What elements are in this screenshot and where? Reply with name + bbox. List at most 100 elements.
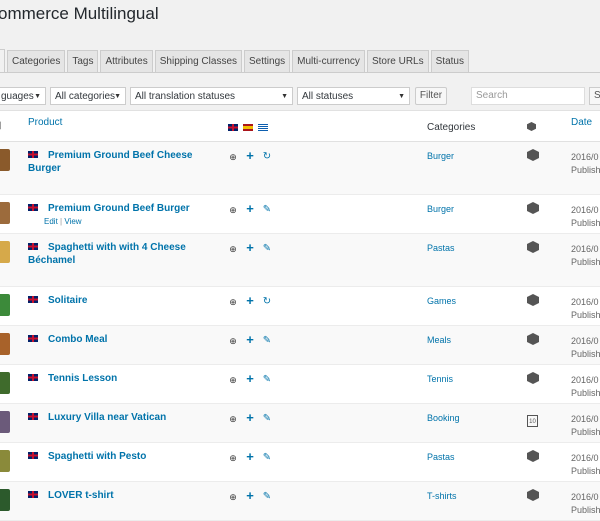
add-translation-icon[interactable]: + [245, 202, 255, 215]
add-translation-icon[interactable]: + [245, 149, 255, 162]
language-select-value: guages [1, 91, 34, 102]
pencil-icon[interactable]: ✎ [262, 492, 272, 502]
filter-button[interactable]: Filter [415, 87, 447, 105]
globe-icon[interactable]: ⊕ [228, 152, 238, 162]
product-type-icon [527, 449, 539, 467]
pencil-icon[interactable]: ✎ [262, 205, 272, 215]
search-button[interactable]: S [589, 87, 600, 105]
product-thumbnail[interactable] [0, 241, 10, 263]
tab-status[interactable]: Status [430, 50, 469, 72]
uk-flag-icon [228, 123, 238, 131]
publish-status: Publish [571, 218, 600, 228]
category-link[interactable]: Games [427, 296, 456, 306]
product-name-link[interactable]: LOVER t-shirt [28, 489, 198, 502]
globe-icon[interactable]: ⊕ [228, 205, 238, 215]
date-cell: 2016/0 Publish [571, 204, 600, 230]
add-translation-icon[interactable]: + [245, 450, 255, 463]
category-link[interactable]: Booking [427, 413, 460, 423]
table-row: Premium Ground Beef Cheese Burger ⊕ + ↻ Burg… [0, 142, 600, 195]
product-name-link[interactable]: Combo Meal [28, 333, 198, 346]
globe-icon[interactable]: ⊕ [228, 336, 238, 346]
product-name-link[interactable]: Luxury Villa near Vatican [28, 411, 198, 424]
translation-status-select[interactable]: All translation statuses ▼ [130, 87, 293, 105]
product-thumbnail[interactable] [0, 372, 10, 394]
date-cell: 2016/0 Publish [571, 374, 600, 400]
product-name-link[interactable]: Spaghetti with Pesto [28, 450, 198, 463]
box-icon [527, 450, 539, 462]
category-link[interactable]: Meals [427, 335, 451, 345]
category-link[interactable]: T-shirts [427, 491, 457, 501]
calendar-date: 10 [527, 415, 538, 427]
row-actions: Edit | View [44, 217, 82, 226]
refresh-icon[interactable]: ↻ [262, 297, 272, 307]
tab-multi-currency[interactable]: Multi-currency [292, 50, 365, 72]
edit-link[interactable]: Edit [44, 217, 58, 226]
publish-status: Publish [571, 505, 600, 515]
search-input[interactable]: Search [471, 87, 585, 105]
category-link[interactable]: Tennis [427, 374, 453, 384]
tab-categories[interactable]: Categories [7, 50, 66, 72]
es-flag-icon [243, 123, 253, 131]
status-select-value: All statuses [302, 91, 354, 102]
tab-attributes[interactable]: Attributes [100, 50, 153, 72]
category-select[interactable]: All categories ▼ [50, 87, 126, 105]
globe-icon[interactable]: ⊕ [228, 492, 238, 502]
product-name-link[interactable]: Premium Ground Beef Burger [28, 202, 198, 215]
language-flags-header [228, 122, 273, 133]
add-translation-icon[interactable]: + [245, 411, 255, 424]
page-title: ommerce Multilingual [0, 4, 159, 23]
category-link[interactable]: Pastas [427, 452, 455, 462]
pencil-icon[interactable]: ✎ [262, 375, 272, 385]
product-thumbnail[interactable] [0, 333, 10, 355]
add-translation-icon[interactable]: + [245, 241, 255, 254]
chevron-down-icon: ▼ [398, 93, 405, 100]
table-row: Solitaire ⊕ + ↻ Games 2016/0 Publish [0, 287, 600, 326]
globe-icon[interactable]: ⊕ [228, 414, 238, 424]
view-link[interactable]: View [64, 217, 81, 226]
date-value: 2016/0 [571, 336, 599, 346]
action-separator: | [60, 217, 63, 226]
product-name-link[interactable]: Solitaire [28, 294, 198, 307]
publish-status: Publish [571, 349, 600, 359]
date-cell: 2016/0 Publish [571, 491, 600, 517]
add-translation-icon[interactable]: + [245, 489, 255, 502]
product-type-icon [527, 488, 539, 506]
globe-icon[interactable]: ⊕ [228, 453, 238, 463]
product-type-icon [527, 293, 539, 311]
tab-shipping-classes[interactable]: Shipping Classes [154, 50, 242, 72]
add-translation-icon[interactable]: + [245, 294, 255, 307]
date-cell: 2016/0 Publish [571, 243, 600, 269]
tab-tags[interactable]: Tags [67, 50, 99, 72]
globe-icon[interactable]: ⊕ [228, 244, 238, 254]
category-link[interactable]: Burger [427, 204, 454, 214]
category-link[interactable]: Burger [427, 151, 454, 161]
pencil-icon[interactable]: ✎ [262, 336, 272, 346]
product-thumbnail[interactable] [0, 202, 10, 224]
tab-products[interactable]: s [0, 49, 5, 72]
category-link[interactable]: Pastas [427, 243, 455, 253]
pencil-icon[interactable]: ✎ [262, 414, 272, 424]
tab-store-urls[interactable]: Store URLs [366, 50, 429, 72]
product-thumbnail[interactable] [0, 149, 10, 171]
product-thumbnail[interactable] [0, 450, 10, 472]
pencil-icon[interactable]: ✎ [262, 244, 272, 254]
globe-icon[interactable]: ⊕ [228, 297, 238, 307]
refresh-icon[interactable]: ↻ [262, 152, 272, 162]
globe-icon[interactable]: ⊕ [228, 375, 238, 385]
add-translation-icon[interactable]: + [245, 333, 255, 346]
product-thumbnail[interactable] [0, 294, 10, 316]
date-cell: 2016/0 Publish [571, 413, 600, 439]
product-thumbnail[interactable] [0, 489, 10, 511]
product-column-header[interactable]: Product [28, 117, 62, 128]
language-select[interactable]: guages ▼ [0, 87, 46, 105]
add-translation-icon[interactable]: + [245, 372, 255, 385]
status-select[interactable]: All statuses ▼ [297, 87, 410, 105]
product-name-link[interactable]: Premium Ground Beef Cheese Burger [28, 149, 198, 175]
product-thumbnail[interactable] [0, 411, 10, 433]
product-name-link[interactable]: Tennis Lesson [28, 372, 198, 385]
tab-settings[interactable]: Settings [244, 50, 291, 72]
product-name-link[interactable]: Spaghetti with with 4 Cheese Béchamel [28, 241, 198, 267]
categories-column-header: Categories [427, 122, 476, 133]
pencil-icon[interactable]: ✎ [262, 453, 272, 463]
date-column-header[interactable]: Date [571, 117, 592, 128]
